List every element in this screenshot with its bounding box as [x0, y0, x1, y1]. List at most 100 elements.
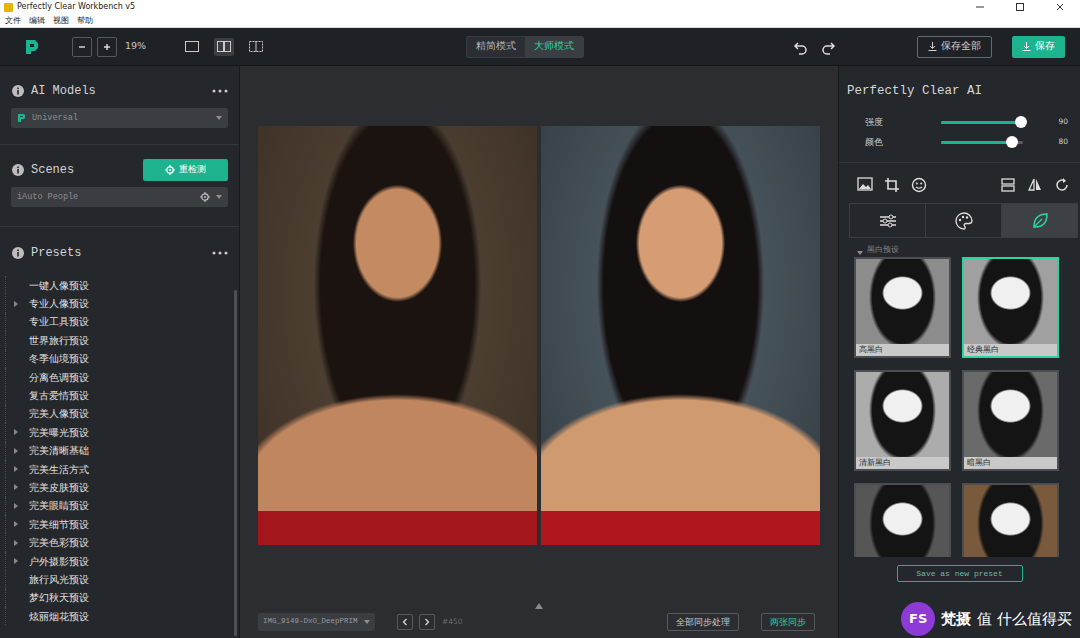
preset-group-header[interactable]: 黑白预设 — [839, 238, 1080, 257]
more-icon[interactable] — [212, 250, 228, 256]
thumbnail-image — [856, 485, 949, 557]
scene-dropdown[interactable]: iAuto People — [11, 187, 228, 207]
view-sidebyside-icon[interactable] — [214, 38, 234, 56]
zoom-in-icon[interactable] — [97, 37, 117, 57]
save-label: 保存 — [1035, 39, 1055, 53]
preset-item[interactable]: 复古爱情预设 — [5, 386, 234, 404]
mode-button[interactable]: 精简模式 — [467, 37, 525, 57]
sync-all-button[interactable]: 全部同步处理 — [667, 613, 739, 631]
zoom-out-icon[interactable] — [72, 37, 92, 57]
expand-arrow-icon[interactable] — [10, 502, 22, 510]
redetect-button[interactable]: 重检测 — [143, 159, 228, 181]
divider — [0, 144, 239, 145]
flip-icon[interactable] — [1027, 177, 1043, 193]
more-icon[interactable] — [212, 88, 228, 94]
collapse-toggle-icon[interactable] — [535, 603, 543, 609]
menu-item[interactable]: 帮助 — [77, 15, 93, 27]
preset-item[interactable]: 冬季仙境预设 — [5, 350, 234, 368]
tool-row — [839, 173, 1080, 197]
photo-before — [258, 126, 537, 545]
preset-thumbnail[interactable] — [962, 483, 1059, 557]
save-all-button[interactable]: 保存全部 — [917, 36, 992, 58]
preset-item[interactable]: 世界旅行预设 — [5, 331, 234, 349]
menu-item[interactable]: 视图 — [53, 15, 69, 27]
preset-label: 梦幻秋天预设 — [29, 590, 89, 605]
model-icon — [17, 113, 26, 123]
slider-track[interactable] — [941, 121, 1023, 124]
slider-knob[interactable] — [1015, 116, 1027, 128]
slider-track[interactable] — [941, 141, 1023, 144]
divider — [0, 226, 239, 227]
preset-item[interactable]: 完美生活方式 — [5, 460, 234, 478]
palette-tab-icon[interactable] — [926, 204, 1002, 237]
expand-arrow-icon[interactable] — [10, 520, 22, 528]
minimize-icon[interactable] — [960, 0, 1000, 14]
image-icon[interactable] — [857, 177, 873, 193]
info-icon[interactable] — [12, 164, 24, 176]
redo-icon[interactable] — [820, 39, 836, 55]
face-icon[interactable] — [911, 177, 927, 193]
save-button[interactable]: 保存 — [1012, 36, 1065, 58]
preset-item[interactable]: 炫丽烟花预设 — [5, 607, 234, 625]
preset-item[interactable]: 完美清晰基础 — [5, 442, 234, 460]
expand-arrow-icon[interactable] — [10, 557, 22, 565]
previous-icon[interactable] — [397, 614, 413, 630]
preset-item[interactable]: 完美人像预设 — [5, 405, 234, 423]
undo-icon[interactable] — [793, 39, 809, 55]
preset-label: 户外摄影预设 — [29, 554, 89, 569]
crop-icon[interactable] — [884, 177, 900, 193]
target-icon[interactable] — [200, 192, 210, 202]
expand-arrow-icon[interactable] — [10, 447, 22, 455]
preset-item[interactable]: 旅行风光预设 — [5, 570, 234, 588]
preset-thumbnail[interactable] — [854, 483, 951, 557]
maximize-icon[interactable] — [1000, 0, 1040, 14]
scrollbar[interactable] — [234, 290, 237, 636]
preset-thumbnail[interactable]: 经典黑白 — [962, 257, 1059, 358]
rotate-icon[interactable] — [1054, 177, 1070, 193]
expand-arrow-icon[interactable] — [10, 539, 22, 547]
app-window: Perfectly Clear Workbench v5文件编辑视图帮助19%精… — [0, 0, 1080, 638]
view-single-icon[interactable] — [182, 38, 202, 56]
compare-icon[interactable] — [1000, 177, 1016, 193]
menu-item[interactable]: 文件 — [5, 15, 21, 27]
view-split-icon[interactable] — [246, 38, 266, 56]
save-preset-button[interactable]: Save as new preset — [897, 565, 1023, 582]
info-icon[interactable] — [12, 247, 24, 259]
preset-item[interactable]: 梦幻秋天预设 — [5, 589, 234, 607]
expand-arrow-icon[interactable] — [10, 465, 22, 473]
mode-button[interactable]: 大师模式 — [525, 37, 583, 57]
model-dropdown[interactable]: Universal — [11, 108, 228, 128]
preset-item[interactable]: 完美细节预设 — [5, 515, 234, 533]
preset-item[interactable]: 专业工具预设 — [5, 313, 234, 331]
preset-item[interactable]: 分离色调预设 — [5, 368, 234, 386]
thumbnail-label: 暗黑白 — [964, 457, 1057, 469]
toolbar-left: 19% — [0, 37, 466, 57]
thumbnail-image — [964, 259, 1057, 344]
expand-arrow-icon[interactable] — [10, 483, 22, 491]
preset-item[interactable]: 完美眼睛预设 — [5, 497, 234, 515]
preset-thumbnail[interactable]: 暗黑白 — [962, 370, 1059, 471]
menu-item[interactable]: 编辑 — [29, 15, 45, 27]
next-icon[interactable] — [419, 614, 435, 630]
close-icon[interactable] — [1040, 0, 1080, 14]
preset-item[interactable]: 完美色彩预设 — [5, 533, 234, 551]
preset-item[interactable]: 一键人像预设 — [5, 276, 234, 294]
expand-arrow-icon[interactable] — [10, 300, 22, 308]
expand-arrow-icon[interactable] — [10, 428, 22, 436]
preset-item[interactable]: 完美曝光预设 — [5, 423, 234, 441]
ai-models-header: AI Models — [0, 82, 239, 100]
slider-knob[interactable] — [1006, 136, 1018, 148]
adjust-tab-icon[interactable] — [850, 204, 926, 237]
preset-item[interactable]: 户外摄影预设 — [5, 552, 234, 570]
preset-thumbnail[interactable]: 清新黑白 — [854, 370, 951, 471]
preset-item[interactable]: 专业人像预设 — [5, 294, 234, 312]
preset-thumbnail[interactable]: 高黑白 — [854, 257, 951, 358]
info-icon[interactable] — [12, 85, 24, 97]
file-select[interactable]: IMG_9149-DxO_DeepPRIM — [258, 613, 375, 631]
preset-item[interactable]: 完美皮肤预设 — [5, 478, 234, 496]
preset-label: 完美细节预设 — [29, 517, 89, 532]
leaf-tab-icon[interactable] — [1002, 204, 1077, 237]
app-icon — [4, 3, 13, 12]
slider-row: 强度90 — [839, 112, 1080, 132]
sync-pair-button[interactable]: 两张同步 — [761, 613, 815, 631]
